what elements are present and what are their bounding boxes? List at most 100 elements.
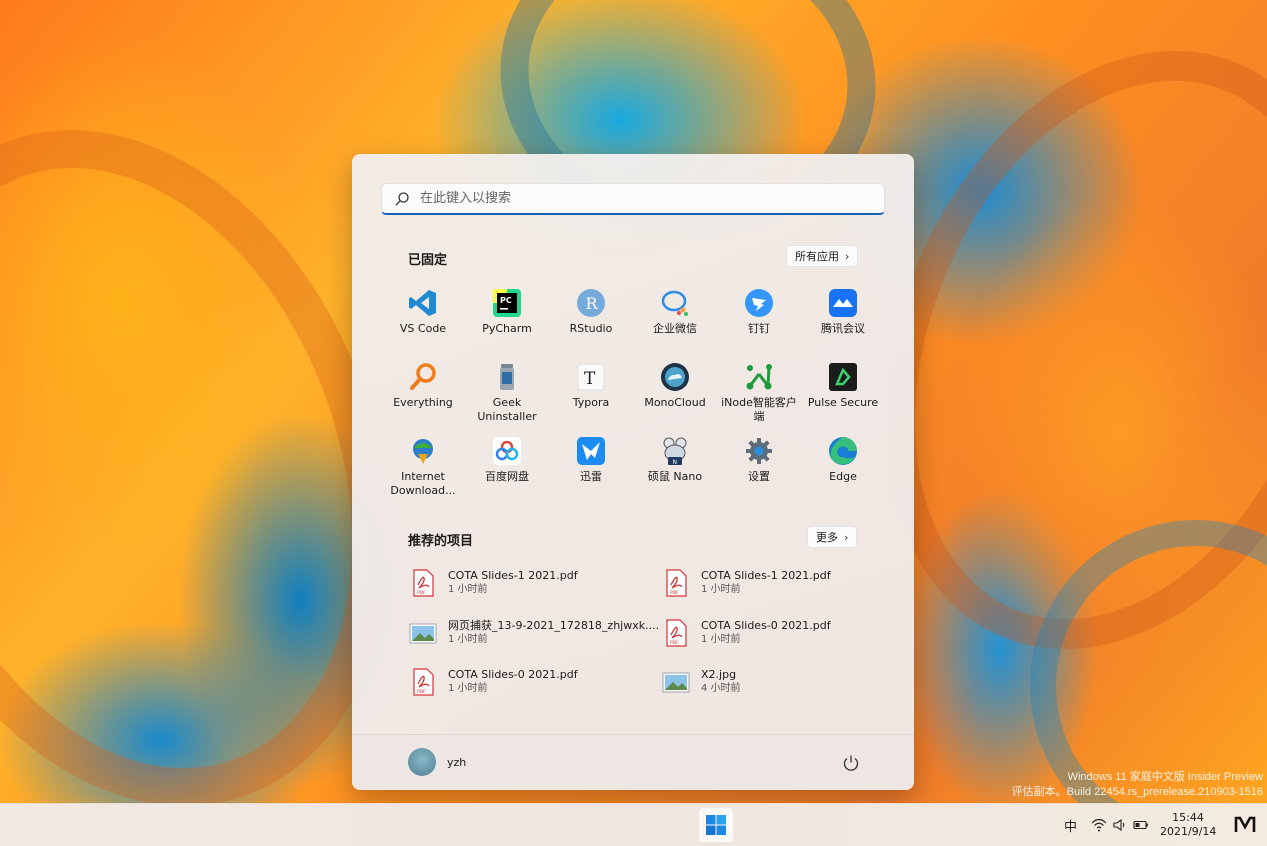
recommended-item-time: 1 小时前 [448,584,488,595]
pinned-app-pulse-secure[interactable]: Pulse Secure [801,362,885,432]
inode-icon [746,364,772,390]
svg-text:PC: PC [500,296,512,305]
pdf-file-icon: PDF [666,619,687,647]
start-menu-footer: yzh [352,734,914,790]
recommended-item-time: 1 小时前 [701,634,741,645]
pinned-app-shuoshu-nano[interactable]: N 硕鼠 Nano [633,436,717,506]
app-label: MonoCloud [644,396,706,409]
pinned-app-baidu-netdisk[interactable]: 百度网盘 [465,436,549,506]
app-label: Pulse Secure [807,396,879,409]
recommended-item[interactable]: PDF COTA Slides-0 2021.pdf 1 小时前 [409,668,649,696]
app-label: Internet Download... [390,470,456,497]
recommended-section-title: 推荐的项目 [408,534,474,549]
pdf-file-icon: PDF [413,569,434,597]
app-label: Edge [829,470,857,483]
ime-indicator[interactable]: 中 [1064,816,1077,835]
start-search-box[interactable] [381,183,885,215]
pinned-app-edge[interactable]: Edge [801,436,885,506]
search-icon [395,191,409,205]
wecom-icon [661,290,688,316]
recommended-item-time: 1 小时前 [701,584,741,595]
svg-text:PDF: PDF [670,640,679,646]
svg-text:PDF: PDF [417,590,426,596]
pinned-app-geek-uninstaller[interactable]: Geek Uninstaller [465,362,549,432]
recommended-item[interactable]: PDF COTA Slides-0 2021.pdf 1 小时前 [662,619,902,647]
pinned-app-everything[interactable]: Everything [381,362,465,432]
app-label: iNode智能客户端 [721,396,797,423]
chevron-right-icon: › [844,530,849,544]
svg-text:N: N [673,459,678,466]
pinned-app-wecom[interactable]: 企业微信 [633,288,717,358]
pinned-app-dingtalk[interactable]: 钉钉 [717,288,801,358]
start-button[interactable] [699,808,733,842]
recommended-item-name: COTA Slides-1 2021.pdf [701,569,831,582]
app-label: 硕鼠 Nano [647,470,703,483]
svg-text:PDF: PDF [417,689,426,695]
svg-text:PDF: PDF [670,590,679,596]
idm-icon [413,439,433,464]
geek-uninstaller-icon [500,364,514,390]
all-apps-button[interactable]: 所有应用 › [786,245,859,267]
notification-icon[interactable] [1234,815,1256,835]
app-label: 钉钉 [748,322,770,335]
svg-text:R: R [586,294,599,313]
recommended-item[interactable]: X2.jpg 4 小时前 [662,668,902,696]
pinned-app-monocloud[interactable]: MonoCloud [633,362,717,432]
app-label: Everything [393,396,453,409]
power-icon[interactable] [842,754,860,772]
pinned-app-xunlei[interactable]: 迅雷 [549,436,633,506]
recommended-item-name: COTA Slides-0 2021.pdf [701,619,831,632]
taskbar-clock[interactable]: 15:44 2021/9/14 [1160,811,1216,839]
pinned-app-tencent-meeting[interactable]: 腾讯会议 [801,288,885,358]
app-label: 腾讯会议 [821,322,865,335]
image-file-icon [409,623,437,644]
recommended-item-name: COTA Slides-1 2021.pdf [448,569,578,582]
recommended-item-time: 4 小时前 [701,683,741,694]
recommended-item-time: 1 小时前 [448,634,488,645]
dingtalk-icon [745,289,773,317]
shuoshu-nano-icon: N [663,437,687,466]
monocloud-icon [661,363,689,391]
pinned-app-vscode[interactable]: VS Code [381,288,465,358]
pulse-secure-icon [829,363,857,391]
app-label: PyCharm [482,322,532,335]
app-label: VS Code [399,322,447,335]
pinned-app-typora[interactable]: T Typora [549,362,633,432]
app-label: 设置 [748,470,770,483]
volume-icon[interactable] [1112,817,1128,833]
recommended-item-name: COTA Slides-0 2021.pdf [448,668,578,681]
xunlei-icon [577,437,605,465]
rstudio-icon: R [577,289,605,317]
watermark-build: 评估副本。Build 22454.rs_prerelease.210903-15… [1011,786,1263,798]
pinned-app-pycharm[interactable]: PC PyCharm [465,288,549,358]
search-input[interactable] [418,190,862,207]
pinned-app-idm[interactable]: Internet Download... [381,436,465,506]
pdf-file-icon: PDF [666,569,687,597]
more-label: 更多 [816,531,838,544]
edge-icon [829,437,857,465]
app-label: Geek Uninstaller [477,396,537,423]
everything-icon [410,363,436,390]
recommended-item[interactable]: PDF COTA Slides-1 2021.pdf 1 小时前 [409,569,649,597]
recommended-item[interactable]: PDF COTA Slides-1 2021.pdf 1 小时前 [662,569,902,597]
more-button[interactable]: 更多 › [807,526,858,548]
taskbar: 中 15:44 2021/9/14 [0,803,1267,846]
insider-watermark: Windows 11 家庭中文版 Insider Preview 评估副本。Bu… [993,770,1263,800]
windows-logo-icon [706,815,726,835]
baidu-netdisk-icon [493,437,521,465]
user-name[interactable]: yzh [447,756,466,769]
app-label: 迅雷 [580,470,602,483]
recommended-item-time: 1 小时前 [448,683,488,694]
battery-icon[interactable] [1133,817,1149,833]
pinned-app-rstudio[interactable]: R RStudio [549,288,633,358]
tencent-meeting-icon [829,289,857,317]
pinned-app-settings[interactable]: 设置 [717,436,801,506]
settings-gear-icon [746,438,772,464]
pinned-section-title: 已固定 [408,253,448,268]
pinned-app-inode[interactable]: iNode智能客户端 [717,362,801,432]
recommended-item[interactable]: 网页捕获_13-9-2021_172818_zhjwxk.... 1 小时前 [409,619,659,647]
avatar[interactable] [408,748,436,776]
start-menu: 已固定 所有应用 › VS Code PC PyCharm R [352,154,914,790]
wifi-icon[interactable] [1091,817,1107,833]
all-apps-label: 所有应用 [795,250,839,263]
